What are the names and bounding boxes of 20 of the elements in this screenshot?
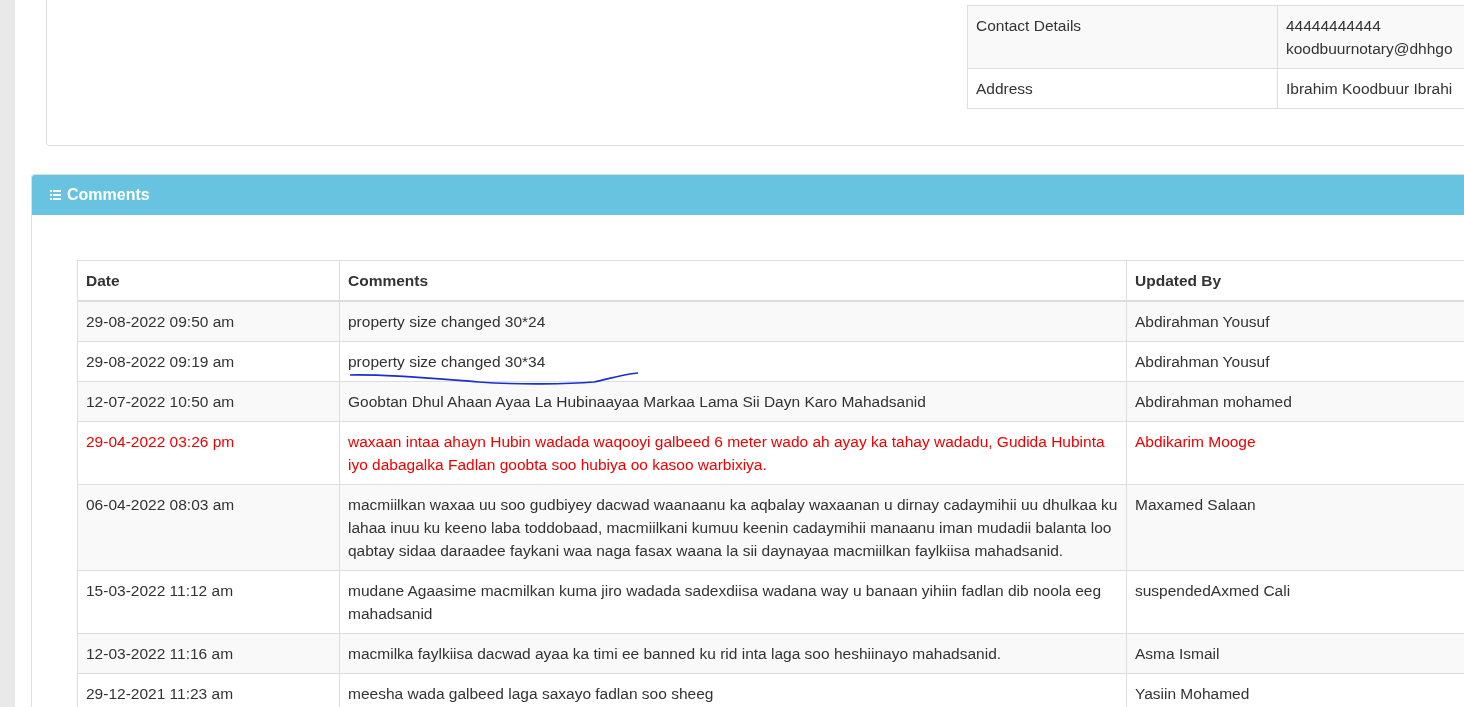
table-cell: 29-04-2022 03:26 pm: [77, 421, 340, 485]
table-cell: macmilka faylkiisa dacwad ayaa ka timi ee banned ku rid inta laga soo heshiinayo mahadsanid.: [339, 633, 1127, 674]
table-cell: mudane Agaasime macmilkan kuma jiro wadada sadexdiisa wadana way u banaan yihiin fadlan dib noola eeg mahadsanid: [339, 570, 1127, 634]
table-cell: property size changed 30*24: [339, 301, 1127, 342]
table-cell: 44444444444 koodbuurnotary@dhhgo: [1277, 5, 1464, 69]
list-icon: [50, 190, 61, 200]
table-cell: 12-07-2022 10:50 am: [77, 381, 340, 422]
table-cell: 12-03-2022 11:16 am: [77, 633, 340, 674]
table-cell: Contact Details: [967, 5, 1278, 69]
table-cell: waxaan intaa ahayn Hubin wadada waqooyi galbeed 6 meter wado ah ayay ka tahay wadadu, Gudida Hubinta iyo dabagalka Fadlan goobta soo hubiya oo kasoo warbixiya.: [339, 421, 1127, 485]
table-cell: 15-03-2022 11:12 am: [77, 570, 340, 634]
table-cell: 29-08-2022 09:50 am: [77, 301, 340, 342]
table-cell: Ibrahim Koodbuur Ibrahi: [1277, 68, 1464, 109]
table-cell: 06-04-2022 08:03 am: [77, 484, 340, 571]
table-cell: macmiilkan waxaa uu soo gudbiyey dacwad waanaanu ka aqbalay waxaanan u dirnay cadaymihii uu dhulkaa ku lahaa inuu ku keeno laba toddobaad, macmiilkani kumuu keenin cadaymihii manaanu iman mudadii balanta loo qabtay sidaa daraadee faykani waa naga fasax waana la sii daynayaa macmiilkan faylkiisa mahadsanid.: [339, 484, 1127, 571]
table-cell: Address: [967, 68, 1278, 109]
table-cell: 29-12-2021 11:23 am: [77, 673, 340, 707]
table-cell: 29-08-2022 09:19 am: [77, 341, 340, 382]
panel-title: Comments: [67, 186, 150, 204]
table-cell: Goobtan Dhul Ahaan Ayaa La Hubinaayaa Markaa Lama Sii Dayn Karo Mahadsanid: [339, 381, 1127, 422]
